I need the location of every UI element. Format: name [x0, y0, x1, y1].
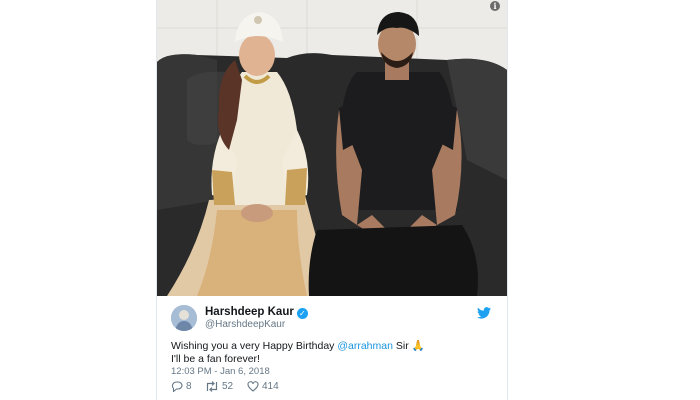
- photo-illustration: [157, 0, 507, 296]
- display-name-text: Harshdeep Kaur: [205, 306, 294, 318]
- tweet-header: Harshdeep Kaur ✓ @HarshdeepKaur: [171, 305, 493, 331]
- tweet-text-line-1: Wishing you a very Happy Birthday @arrah…: [171, 340, 493, 353]
- verified-badge-icon: ✓: [296, 308, 308, 319]
- tweet-text-start: Wishing you a very Happy Birthday: [171, 340, 338, 352]
- tweet-card: i Harshdeep Kaur ✓ @HarshdeepKaur Wishing…: [157, 0, 507, 400]
- reply-icon: [171, 381, 183, 392]
- reply-count: 8: [186, 381, 192, 392]
- avatar-image: [171, 305, 197, 331]
- retweet-icon: [206, 381, 218, 392]
- reply-button[interactable]: 8: [171, 381, 192, 392]
- user-handle[interactable]: @HarshdeepKaur: [205, 319, 285, 330]
- avatar[interactable]: [171, 305, 197, 331]
- like-button[interactable]: 414: [247, 381, 279, 392]
- info-icon[interactable]: i: [490, 1, 500, 11]
- tweet-photo[interactable]: i: [157, 0, 507, 296]
- like-count: 414: [262, 381, 279, 392]
- tweet-text-end: Sir: [392, 340, 409, 352]
- heart-icon: [247, 381, 259, 392]
- mention-link[interactable]: @arrahman: [337, 340, 393, 352]
- display-name[interactable]: Harshdeep Kaur ✓: [205, 306, 308, 319]
- tweet-text-line-2: I'll be a fan forever!: [171, 353, 260, 365]
- tweet-timestamp[interactable]: 12:03 PM - Jan 6, 2018: [171, 366, 270, 377]
- retweet-button[interactable]: 52: [205, 381, 233, 392]
- retweet-count: 52: [222, 381, 234, 392]
- tweet-text: Wishing you a very Happy Birthday @arrah…: [171, 340, 493, 366]
- twitter-bird-icon[interactable]: [477, 307, 491, 319]
- pray-emoji-icon: 🙏: [411, 340, 425, 352]
